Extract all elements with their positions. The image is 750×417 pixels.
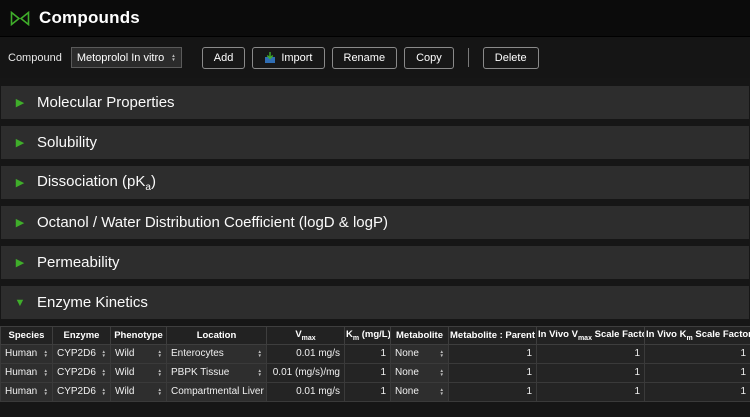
species-cell[interactable]: Human▲▼ (1, 363, 53, 382)
spinner-icon: ▲▼ (440, 369, 444, 377)
collapsed-arrow-icon: ▶ (14, 256, 26, 269)
spinner-icon: ▲▼ (258, 350, 262, 358)
vmax-cell[interactable]: 0.01 mg/s (267, 382, 345, 401)
section-molecular-properties[interactable]: ▶ Molecular Properties (1, 86, 749, 119)
collapsed-arrow-icon: ▶ (14, 96, 26, 109)
table-row: Human▲▼ CYP2D6▲▼ Wild▲▼ PBPK Tissue▲▼ 0.… (1, 363, 750, 382)
location-cell[interactable]: PBPK Tissue▲▼ (167, 363, 267, 382)
spinner-icon: ▲▼ (102, 350, 106, 358)
invivo-vmax-cell[interactable]: 1 (537, 344, 645, 363)
section-label: Solubility (37, 134, 97, 151)
import-button[interactable]: Import (252, 47, 324, 69)
section-label: Enzyme Kinetics (37, 294, 148, 311)
col-phenotype: Phenotype (111, 327, 167, 345)
metabolite-parent-cell[interactable]: 1 (449, 382, 537, 401)
collapsed-arrow-icon: ▶ (14, 176, 26, 189)
import-icon (264, 52, 276, 64)
col-species: Species (1, 327, 53, 345)
compounds-logo-icon (10, 11, 30, 26)
section-enzyme-kinetics[interactable]: ▼ Enzyme Kinetics (1, 286, 749, 319)
expanded-arrow-icon: ▼ (14, 297, 26, 309)
enzyme-cell[interactable]: CYP2D6▲▼ (53, 344, 111, 363)
metabolite-cell[interactable]: None▲▼ (391, 344, 449, 363)
col-vmax: Vmax (267, 327, 345, 345)
metabolite-cell[interactable]: None▲▼ (391, 363, 449, 382)
section-solubility[interactable]: ▶ Solubility (1, 126, 749, 159)
delete-button[interactable]: Delete (483, 47, 539, 69)
section-label: Dissociation (pKa) (37, 173, 156, 193)
spinner-icon: ▲▼ (258, 369, 262, 377)
invivo-km-cell[interactable]: 1 (645, 363, 750, 382)
compound-select-value: Metoprolol In vitro (77, 52, 164, 64)
col-invivo-km: In Vivo Km Scale Factor (645, 327, 750, 345)
section-octanol-water[interactable]: ▶ Octanol / Water Distribution Coefficie… (1, 206, 749, 239)
spinner-icon: ▲▼ (44, 350, 48, 358)
collapsed-arrow-icon: ▶ (14, 216, 26, 229)
compounds-window: Compounds Compound Metoprolol In vitro ▲… (0, 0, 750, 417)
metabolite-parent-cell[interactable]: 1 (449, 363, 537, 382)
toolbar-divider (468, 48, 469, 67)
invivo-km-cell[interactable]: 1 (645, 344, 750, 363)
compound-toolbar: Compound Metoprolol In vitro ▲▼ Add Impo… (0, 37, 750, 78)
section-permeability[interactable]: ▶ Permeability (1, 246, 749, 279)
compound-label: Compound (8, 52, 62, 64)
spinner-icon: ▲▼ (440, 350, 444, 358)
rename-button[interactable]: Rename (332, 47, 398, 69)
vmax-cell[interactable]: 0.01 (mg/s)/mg (267, 363, 345, 382)
invivo-vmax-cell[interactable]: 1 (537, 363, 645, 382)
section-dissociation[interactable]: ▶ Dissociation (pKa) (1, 166, 749, 199)
spinner-icon: ▲▼ (102, 388, 106, 396)
col-invivo-vmax: In Vivo Vmax Scale Factor (537, 327, 645, 345)
invivo-vmax-cell[interactable]: 1 (537, 382, 645, 401)
col-metabolite: Metabolite (391, 327, 449, 345)
location-cell[interactable]: Compartmental Liver▲▼ (167, 382, 267, 401)
km-cell[interactable]: 1 (345, 363, 391, 382)
page-title: Compounds (39, 8, 140, 28)
spinner-icon: ▲▼ (440, 388, 444, 396)
invivo-km-cell[interactable]: 1 (645, 382, 750, 401)
collapsed-arrow-icon: ▶ (14, 136, 26, 149)
section-label: Octanol / Water Distribution Coefficient… (37, 214, 388, 231)
col-km: Km (mg/L) (345, 327, 391, 345)
km-cell[interactable]: 1 (345, 382, 391, 401)
col-metabolite-parent: Metabolite : Parent (449, 327, 537, 345)
spinner-icon: ▲▼ (44, 369, 48, 377)
metabolite-parent-cell[interactable]: 1 (449, 344, 537, 363)
spinner-icon: ▲▼ (158, 388, 162, 396)
species-cell[interactable]: Human▲▼ (1, 344, 53, 363)
accordion: ▶ Molecular Properties ▶ Solubility ▶ Di… (0, 78, 750, 326)
metabolite-cell[interactable]: None▲▼ (391, 382, 449, 401)
spinner-icon: ▲▼ (158, 369, 162, 377)
add-button[interactable]: Add (202, 47, 246, 69)
spinner-icon: ▲▼ (44, 388, 48, 396)
spinner-icon: ▲▼ (158, 350, 162, 358)
km-cell[interactable]: 1 (345, 344, 391, 363)
spinner-icon: ▲▼ (102, 369, 106, 377)
table-row: Human▲▼ CYP2D6▲▼ Wild▲▼ Compartmental Li… (1, 382, 750, 401)
enzyme-kinetics-grid: Species Enzyme Phenotype Location Vmax K… (0, 326, 750, 417)
section-label: Permeability (37, 254, 120, 271)
phenotype-cell[interactable]: Wild▲▼ (111, 382, 167, 401)
spinner-icon: ▲▼ (171, 54, 175, 62)
section-label: Molecular Properties (37, 94, 175, 111)
species-cell[interactable]: Human▲▼ (1, 382, 53, 401)
table-row: Human▲▼ CYP2D6▲▼ Wild▲▼ Enterocytes▲▼ 0.… (1, 344, 750, 363)
copy-button[interactable]: Copy (404, 47, 454, 69)
phenotype-cell[interactable]: Wild▲▼ (111, 363, 167, 382)
compound-select[interactable]: Metoprolol In vitro ▲▼ (71, 47, 182, 68)
phenotype-cell[interactable]: Wild▲▼ (111, 344, 167, 363)
enzyme-cell[interactable]: CYP2D6▲▼ (53, 363, 111, 382)
col-location: Location (167, 327, 267, 345)
app-header: Compounds (0, 0, 750, 37)
location-cell[interactable]: Enterocytes▲▼ (167, 344, 267, 363)
col-enzyme: Enzyme (53, 327, 111, 345)
table-header-row: Species Enzyme Phenotype Location Vmax K… (1, 327, 750, 345)
vmax-cell[interactable]: 0.01 mg/s (267, 344, 345, 363)
enzyme-cell[interactable]: CYP2D6▲▼ (53, 382, 111, 401)
